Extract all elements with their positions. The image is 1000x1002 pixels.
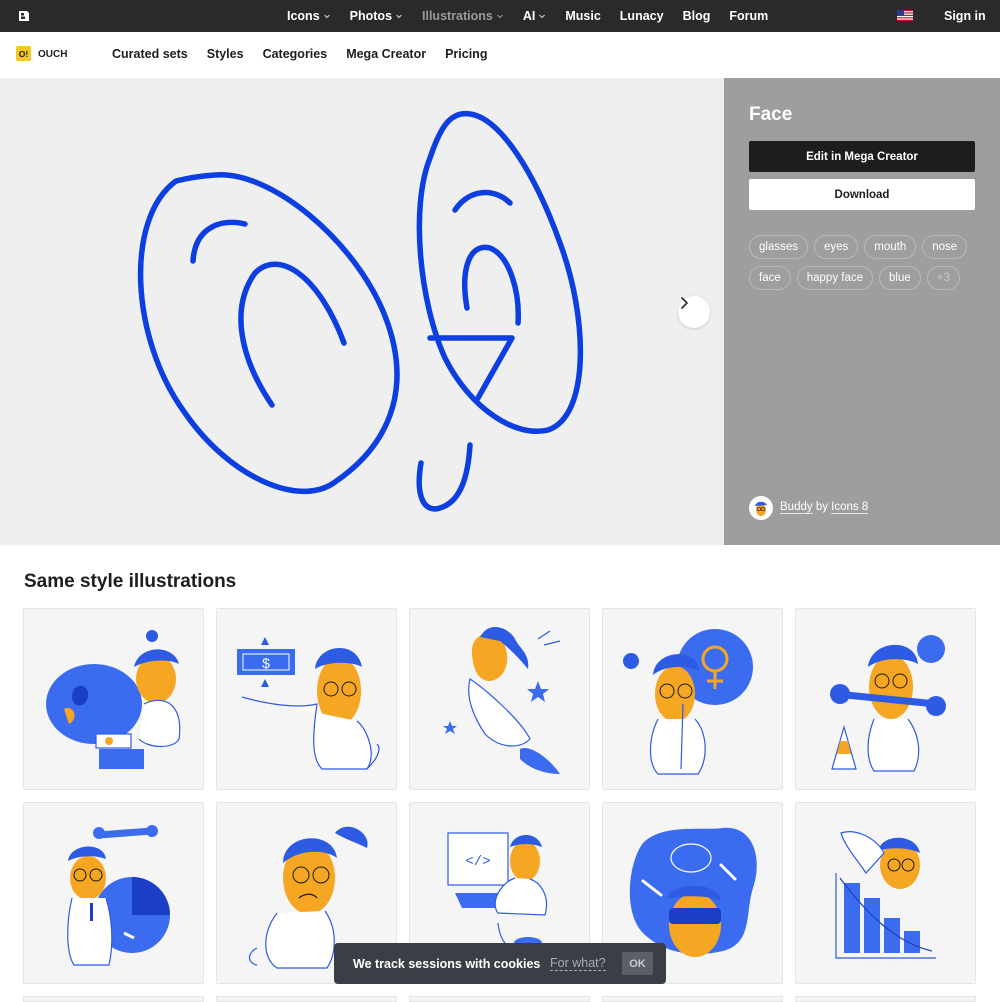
subnav-item-curated-sets[interactable]: Curated sets: [112, 47, 188, 61]
illustration-title: Face: [749, 104, 793, 125]
chevron-down-icon: [396, 14, 402, 19]
nav-item-forum[interactable]: Forum: [729, 9, 768, 23]
svg-text:</>: </>: [465, 854, 490, 870]
illustration-card[interactable]: $: [216, 608, 397, 790]
illustration-preview: [0, 78, 724, 545]
nav-item-label: Photos: [349, 9, 393, 23]
edit-in-mega-creator-button[interactable]: Edit in Mega Creator: [749, 141, 975, 172]
nav-item-illustrations[interactable]: Illustrations: [422, 9, 504, 23]
next-illustration-button[interactable]: [678, 296, 710, 328]
tag-face[interactable]: face: [749, 266, 791, 290]
tag-blue[interactable]: blue: [879, 266, 921, 290]
nav-item-icons[interactable]: Icons: [287, 9, 331, 23]
cookie-ok-button[interactable]: OK: [622, 952, 653, 975]
author-source-link[interactable]: Icons 8: [831, 501, 869, 514]
nav-item-music[interactable]: Music: [565, 9, 600, 23]
same-style-heading: Same style illustrations: [24, 571, 237, 592]
cookie-banner: We track sessions with cookies For what?…: [334, 943, 666, 984]
nav-item-label: Icons: [287, 9, 320, 23]
top-navigation-bar: Icons Photos Illustrations AI Music Lunacy Blo…: [0, 0, 1000, 32]
nav-item-label: Music: [565, 9, 601, 23]
svg-text:$: $: [262, 655, 270, 671]
sign-in-link[interactable]: Sign in: [944, 9, 986, 23]
subnav-item-mega-creator[interactable]: Mega Creator: [346, 47, 426, 61]
download-button[interactable]: Download: [749, 179, 975, 210]
subnav-item-styles[interactable]: Styles: [207, 47, 244, 61]
nav-item-photos[interactable]: Photos: [350, 9, 403, 23]
us-flag-icon[interactable]: [897, 10, 913, 21]
illustration-card[interactable]: [795, 608, 976, 790]
nav-item-label: Forum: [729, 9, 769, 23]
illustration-card[interactable]: [795, 996, 976, 1002]
illustration-card[interactable]: [23, 608, 204, 790]
nav-item-label: Blog: [682, 9, 711, 23]
chevron-down-icon: [539, 14, 546, 19]
nav-item-label: Lunacy: [619, 9, 664, 23]
nav-item-blog[interactable]: Blog: [683, 9, 711, 23]
tag-nose[interactable]: nose: [922, 235, 968, 259]
author-credit: Buddy by Icons 8: [780, 501, 869, 514]
illustration-card[interactable]: [409, 996, 590, 1002]
pie-chart-illustration-icon: [67, 825, 170, 966]
nav-item-ai[interactable]: AI: [523, 9, 547, 23]
chevron-right-icon: [681, 297, 688, 309]
chevron-down-icon: [496, 14, 503, 19]
chevron-down-icon: [323, 14, 330, 19]
icons8-logo-icon[interactable]: [18, 10, 30, 22]
nav-item-label: AI: [522, 9, 536, 23]
ouch-brand-name[interactable]: OUCH: [38, 49, 67, 60]
tag-mouth[interactable]: mouth: [864, 235, 917, 259]
main-menu: Icons Photos Illustrations AI Music Lunacy Blo…: [287, 0, 787, 32]
illustration-card[interactable]: [602, 608, 783, 790]
ouch-logo-badge[interactable]: O!: [16, 46, 31, 61]
illustration-card[interactable]: [409, 608, 590, 790]
illustration-card[interactable]: [795, 802, 976, 984]
cookie-info-link[interactable]: For what?: [550, 956, 606, 971]
subnav-item-categories[interactable]: Categories: [263, 47, 328, 61]
nav-item-lunacy[interactable]: Lunacy: [620, 9, 664, 23]
tag-eyes[interactable]: eyes: [814, 235, 859, 259]
money-illustration-icon: $: [237, 637, 380, 770]
female-sign-illustration-icon: [623, 629, 753, 775]
buddy-avatar-icon: [755, 501, 767, 516]
rocket-illustration-icon: [443, 627, 561, 774]
tag-glasses[interactable]: glasses: [749, 235, 808, 259]
subnav-item-pricing[interactable]: Pricing: [445, 47, 487, 61]
repair-wrench-illustration-icon: [830, 635, 946, 772]
illustration-card[interactable]: [23, 802, 204, 984]
tag-happy-face[interactable]: happy face: [796, 266, 874, 290]
face-illustration: [137, 110, 584, 512]
illustration-card[interactable]: [602, 996, 783, 1002]
painter-illustration-icon: [46, 630, 181, 769]
author-by-text: by: [815, 501, 828, 513]
author-name-link[interactable]: Buddy: [780, 501, 813, 514]
falling-chart-illustration-icon: [835, 831, 936, 959]
illustration-card[interactable]: [23, 996, 204, 1002]
more-tags-button[interactable]: +3: [926, 266, 960, 290]
illustration-card[interactable]: [216, 996, 397, 1002]
cookie-message: We track sessions with cookies: [353, 957, 541, 971]
nav-item-label: Illustrations: [422, 9, 493, 23]
tag-list: glasses eyes mouth nose face happy face blue +3: [749, 235, 975, 297]
author-avatar[interactable]: [749, 496, 773, 520]
section-menu: Curated sets Styles Categories Mega Creator…: [112, 47, 506, 61]
